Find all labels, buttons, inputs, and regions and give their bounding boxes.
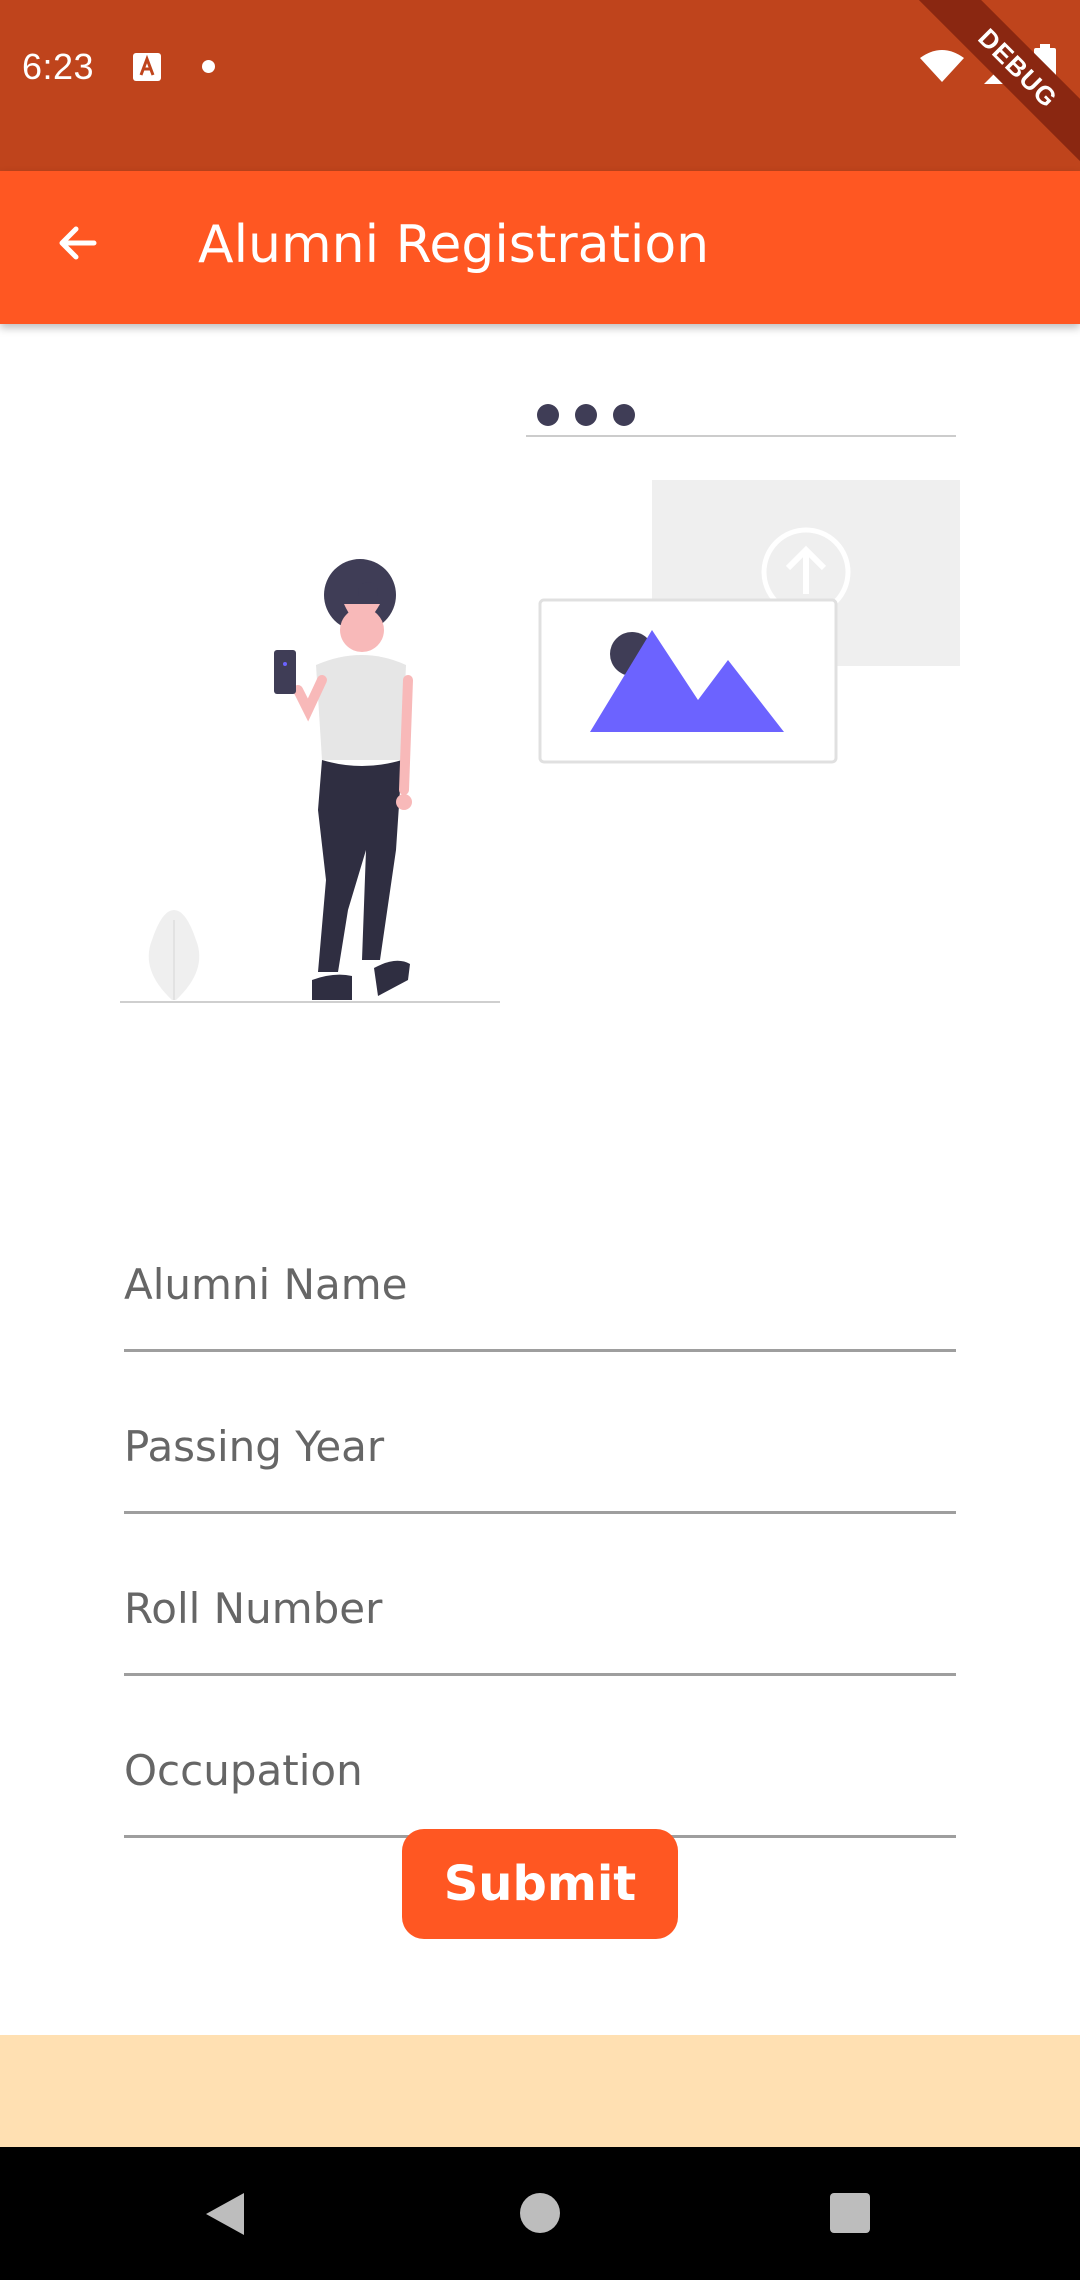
submit-button[interactable]: Submit <box>402 1829 678 1939</box>
status-time: 6:23 <box>22 46 95 87</box>
nav-home-icon[interactable] <box>520 2193 560 2233</box>
passing-year-field <box>124 1352 956 1514</box>
wifi-icon <box>920 50 964 82</box>
app-bar: Alumni Registration <box>0 171 1080 324</box>
nav-back-icon[interactable] <box>204 2191 246 2237</box>
upload-photo-illustration <box>120 404 960 1003</box>
registration-form <box>124 1190 956 1838</box>
occupation-field <box>124 1676 956 1838</box>
passing-year-input[interactable] <box>124 1422 956 1471</box>
system-nav-bar <box>0 2147 1080 2280</box>
footer-band <box>0 2035 1080 2147</box>
alumni-name-input[interactable] <box>124 1260 956 1309</box>
back-button[interactable] <box>42 207 114 279</box>
roll-number-field <box>124 1514 956 1676</box>
notification-dot-icon <box>202 60 215 73</box>
alumni-name-field <box>124 1190 956 1352</box>
occupation-input[interactable] <box>124 1746 956 1795</box>
keyboard-a-icon <box>133 53 161 81</box>
roll-number-input[interactable] <box>124 1584 956 1633</box>
arrow-back-icon <box>59 226 97 260</box>
status-bar: 6:23 DEBUG <box>0 0 1080 171</box>
page-title: Alumni Registration <box>198 215 710 275</box>
nav-recents-icon[interactable] <box>830 2193 870 2233</box>
